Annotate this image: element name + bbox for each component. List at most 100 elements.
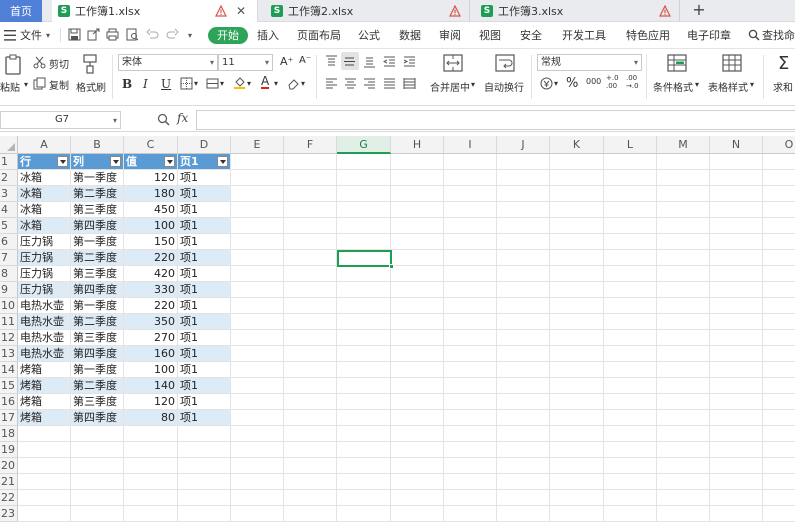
cell-L16[interactable] [604,394,657,410]
column-header-B[interactable]: B [71,136,124,154]
border-icon[interactable] [180,77,193,90]
conditional-format-button[interactable]: 条件格式 [653,79,693,94]
cell-O16[interactable] [763,394,795,410]
cell-B13[interactable]: 第四季度 [71,346,124,362]
cell-F23[interactable] [284,506,337,522]
cell-C5[interactable]: 100 [124,218,178,234]
format-painter-button[interactable]: 格式刷 [76,79,106,94]
cell-K10[interactable] [550,298,604,314]
cell-I10[interactable] [444,298,497,314]
shrink-font-button[interactable]: A⁻ [299,55,311,66]
cell-F16[interactable] [284,394,337,410]
cell-L1[interactable] [604,154,657,170]
cell-C4[interactable]: 450 [124,202,178,218]
merge-center-icon[interactable] [443,54,463,72]
cell-F13[interactable] [284,346,337,362]
cell-M19[interactable] [657,442,710,458]
cell-O13[interactable] [763,346,795,362]
menu-e-seal[interactable]: 电子印章 [687,27,731,44]
cell-L10[interactable] [604,298,657,314]
cell-G13[interactable] [337,346,391,362]
cell-O5[interactable] [763,218,795,234]
cell-K5[interactable] [550,218,604,234]
cell-H1[interactable] [391,154,444,170]
cell-N15[interactable] [710,378,763,394]
cell-N20[interactable] [710,458,763,474]
cell-A11[interactable]: 电热水壶 [18,314,71,330]
cell-G17[interactable] [337,410,391,426]
cell-B5[interactable]: 第四季度 [71,218,124,234]
cell-I13[interactable] [444,346,497,362]
cell-D17[interactable]: 项1 [178,410,231,426]
menu-data[interactable]: 数据 [399,27,421,44]
cell-K17[interactable] [550,410,604,426]
cell-J12[interactable] [497,330,550,346]
paste-button[interactable]: 粘贴 [0,79,20,94]
cell-M17[interactable] [657,410,710,426]
column-header-C[interactable]: C [124,136,178,154]
cell-M10[interactable] [657,298,710,314]
filter-dropdown-icon[interactable] [57,156,68,167]
cell-L2[interactable] [604,170,657,186]
cell-D14[interactable]: 项1 [178,362,231,378]
cell-H5[interactable] [391,218,444,234]
cell-H11[interactable] [391,314,444,330]
redo-icon[interactable] [166,28,179,41]
print-preview-icon[interactable] [126,28,139,41]
cell-G12[interactable] [337,330,391,346]
cell-J6[interactable] [497,234,550,250]
row-header-13[interactable]: 13 [0,346,18,362]
cell-I6[interactable] [444,234,497,250]
row-header-11[interactable]: 11 [0,314,18,330]
column-header-H[interactable]: H [391,136,444,154]
cell-G15[interactable] [337,378,391,394]
cell-J10[interactable] [497,298,550,314]
chevron-down-icon[interactable]: ▾ [194,79,198,88]
cell-O12[interactable] [763,330,795,346]
cell-K14[interactable] [550,362,604,378]
cell-B11[interactable]: 第二季度 [71,314,124,330]
cell-D10[interactable]: 项1 [178,298,231,314]
cell-D20[interactable] [178,458,231,474]
new-tab-button[interactable]: + [688,0,710,22]
align-bottom-icon[interactable] [363,55,376,68]
cell-I1[interactable] [444,154,497,170]
wrap-text-icon[interactable] [495,54,515,72]
cell-J13[interactable] [497,346,550,362]
cell-E5[interactable] [231,218,284,234]
cell-D4[interactable]: 项1 [178,202,231,218]
cell-C14[interactable]: 100 [124,362,178,378]
cell-G16[interactable] [337,394,391,410]
cell-L14[interactable] [604,362,657,378]
cell-L9[interactable] [604,282,657,298]
cell-N21[interactable] [710,474,763,490]
cell-A14[interactable]: 烤箱 [18,362,71,378]
decrease-decimal-button[interactable]: .00 →.0 [626,74,639,90]
cell-N16[interactable] [710,394,763,410]
document-tab-3[interactable]: S 工作簿3.xlsx [475,0,680,22]
cell-E4[interactable] [231,202,284,218]
cell-L22[interactable] [604,490,657,506]
cell-B4[interactable]: 第三季度 [71,202,124,218]
cell-E2[interactable] [231,170,284,186]
cell-K23[interactable] [550,506,604,522]
row-header-3[interactable]: 3 [0,186,18,202]
cut-button[interactable]: 剪切 [49,56,69,71]
cell-I17[interactable] [444,410,497,426]
cell-B18[interactable] [71,426,124,442]
cell-A13[interactable]: 电热水壶 [18,346,71,362]
cell-H7[interactable] [391,250,444,266]
cell-I20[interactable] [444,458,497,474]
cell-O6[interactable] [763,234,795,250]
cell-J4[interactable] [497,202,550,218]
cell-C11[interactable]: 350 [124,314,178,330]
sum-icon[interactable]: Σ [778,53,789,74]
cell-B10[interactable]: 第一季度 [71,298,124,314]
close-tab-icon[interactable]: ✕ [235,4,247,18]
document-tab-2[interactable]: S 工作簿2.xlsx [265,0,470,22]
cell-K21[interactable] [550,474,604,490]
cell-A17[interactable]: 烤箱 [18,410,71,426]
table-style-button[interactable]: 表格样式 [708,79,748,94]
cell-B20[interactable] [71,458,124,474]
column-header-I[interactable]: I [444,136,497,154]
